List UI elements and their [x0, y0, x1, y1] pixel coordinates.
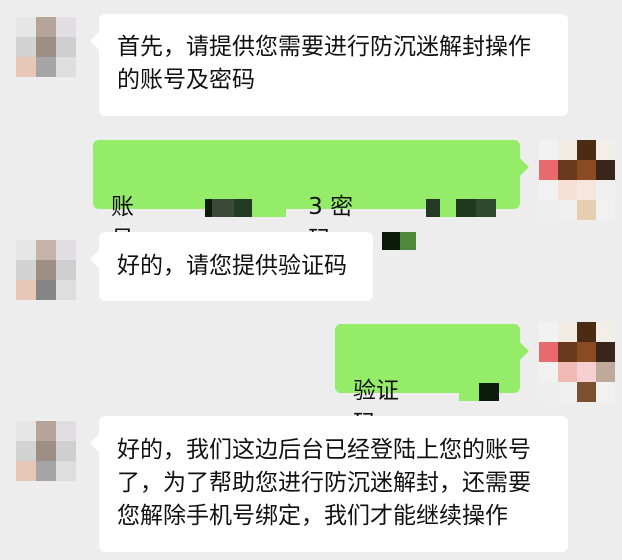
- contact-avatar[interactable]: [16, 17, 76, 77]
- my-avatar[interactable]: [539, 140, 615, 220]
- bubble-tail: [509, 341, 529, 361]
- bubble-tail: [90, 433, 110, 453]
- my-avatar[interactable]: [539, 322, 615, 402]
- message-text: 好的，请您提供验证码: [117, 253, 347, 279]
- message-bubble-incoming[interactable]: 好的，请您提供验证码: [90, 232, 373, 301]
- message-bubble-outgoing[interactable]: 账号： 3 密码：: [93, 140, 529, 253]
- message-text: 首先，请提供您需要进行防沉迷解封操作 的账号及密码: [117, 34, 531, 93]
- bubble-tail: [90, 31, 110, 51]
- contact-avatar[interactable]: [16, 421, 76, 481]
- contact-avatar[interactable]: [16, 240, 76, 300]
- message-bubble-incoming[interactable]: 好的，我们这边后台已经登陆上您的账号 了，为了帮助您进行防沉迷解封，还需要 您解…: [90, 416, 568, 552]
- bubble-tail: [90, 249, 110, 269]
- redacted-block: [381, 158, 502, 290]
- message-bubble-incoming[interactable]: 首先，请提供您需要进行防沉迷解封操作 的账号及密码: [90, 14, 568, 116]
- message-text: 好的，我们这边后台已经登陆上您的账号 了，为了帮助您进行防沉迷解封，还需要 您解…: [117, 437, 531, 529]
- bubble-tail: [509, 157, 529, 177]
- message-bubble-outgoing[interactable]: 验证码: [335, 324, 529, 437]
